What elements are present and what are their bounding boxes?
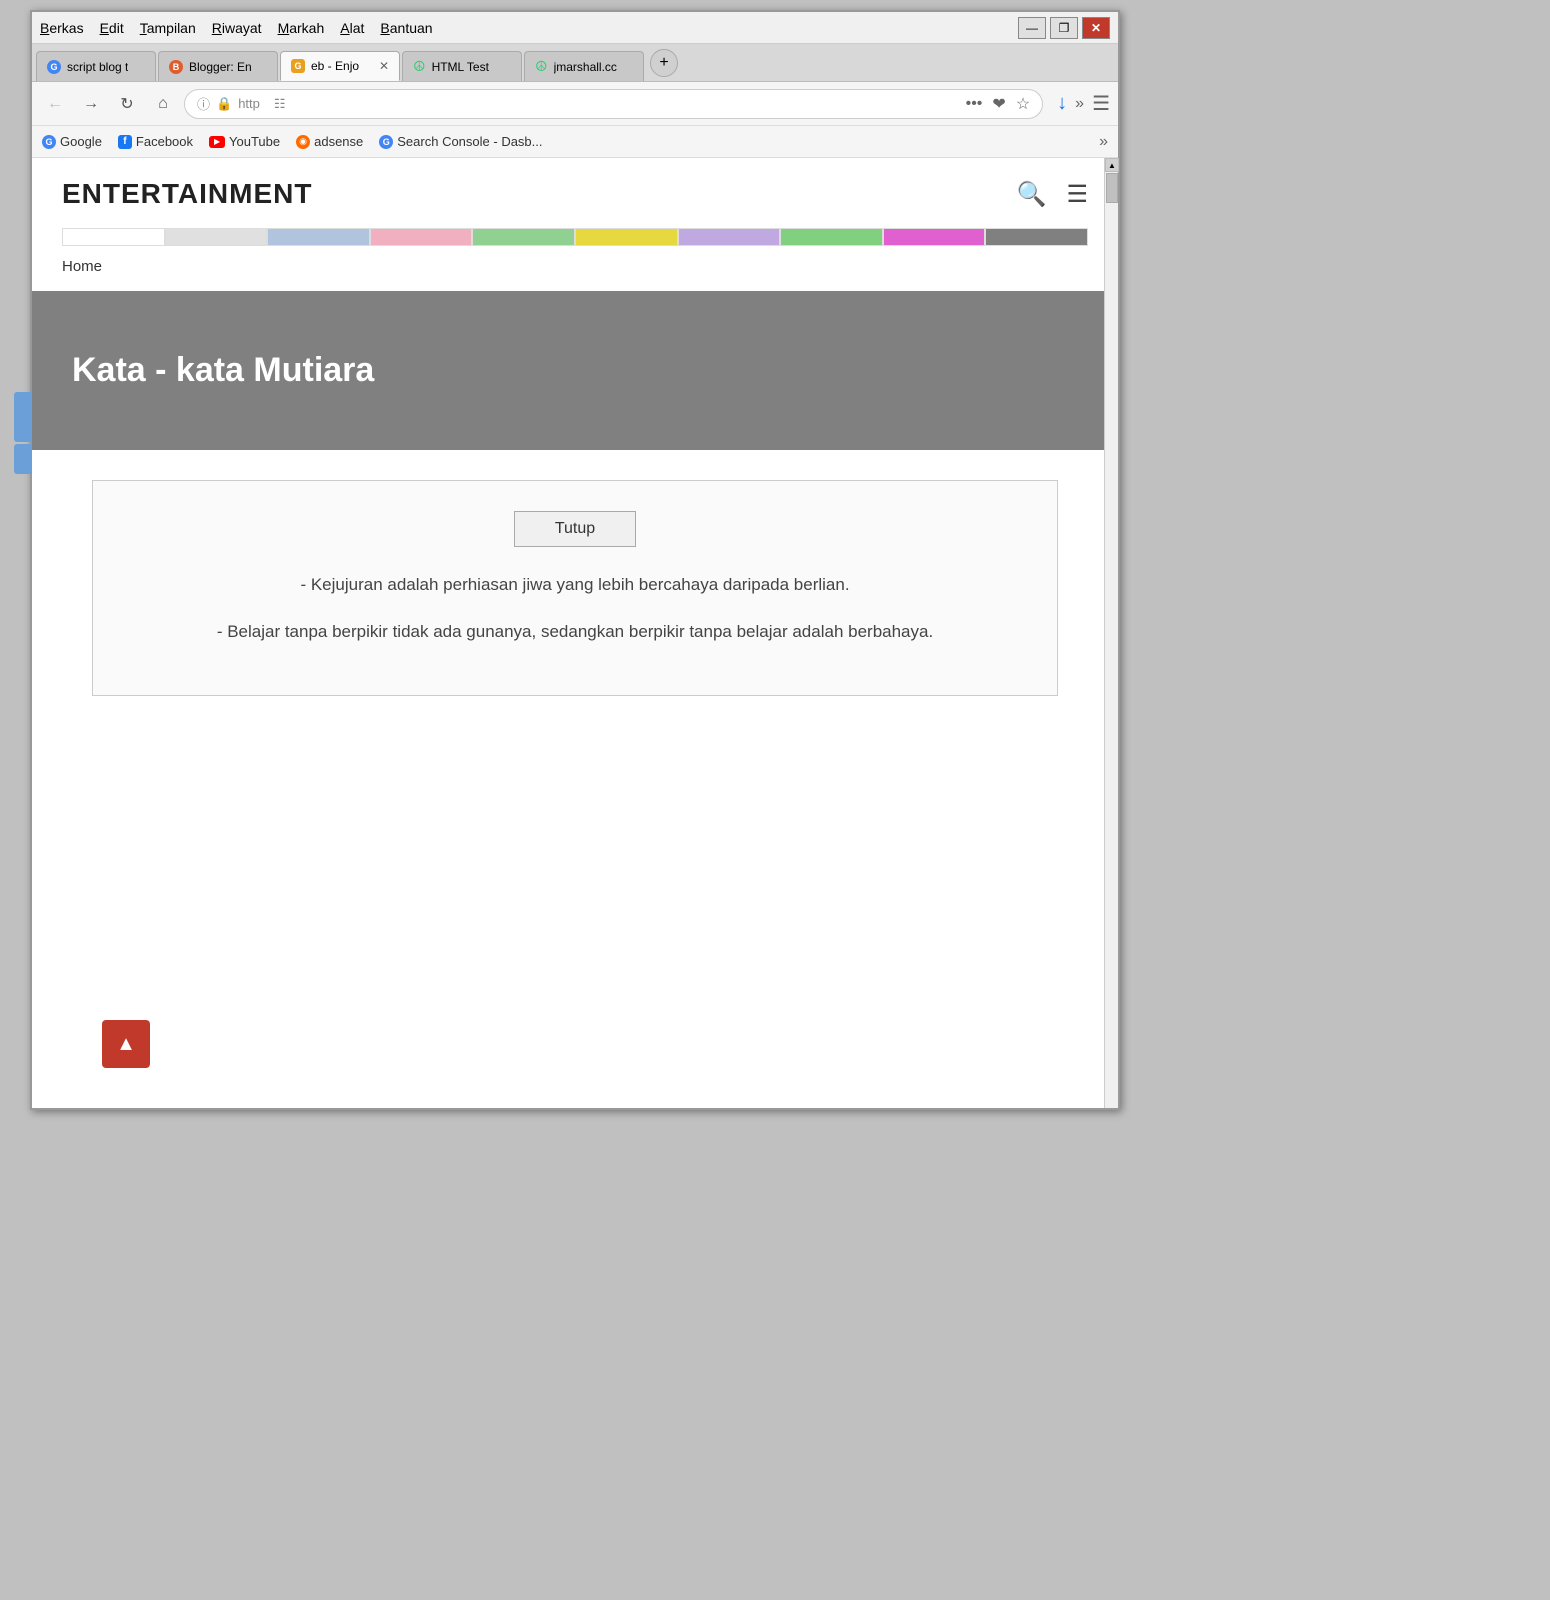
nav-home[interactable]: Home [62,258,102,275]
window-controls: — ❐ ✕ [1018,17,1110,39]
bookmarks-more-icon[interactable]: » [1099,133,1108,151]
tab1-favicon: G [47,60,61,74]
reload-button[interactable]: ↻ [112,89,142,119]
color-seg-1 [62,228,165,246]
menu-tampilan[interactable]: Tampilan [140,20,196,36]
search-icon[interactable]: 🔍 [1017,180,1047,209]
quote-2: - Belajar tanpa berpikir tidak ada gunan… [133,618,1017,645]
color-seg-4 [370,228,473,246]
tab-bar: G script blog t B Blogger: En G eb - Enj… [32,44,1118,82]
side-tab-1[interactable] [14,392,32,442]
url-text[interactable]: http [238,96,260,111]
star-icon[interactable]: ☆ [1016,94,1030,114]
hero-title: Kata - kata Mutiara [72,351,1078,390]
hero-banner: Kata - kata Mutiara [32,291,1118,450]
tab3-favicon: G [291,59,305,73]
youtube-bm-label: YouTube [229,134,280,149]
menu-markah[interactable]: Markah [278,20,325,36]
tab3-label: eb - Enjo [311,59,359,73]
bookmark-facebook[interactable]: f Facebook [118,134,193,149]
page-content: ENTERTAINMENT 🔍 ☰ Home Kata - kata Muti [32,158,1118,1108]
google-bm-icon: G [42,135,56,149]
tab4-label: HTML Test [432,60,489,74]
youtube-bm-icon: ▶ [209,136,225,148]
more-options-icon[interactable]: » [1075,95,1084,113]
browser-window: Berkas Edit Tampilan Riwayat Markah Alat… [30,10,1120,1110]
menu-items: Berkas Edit Tampilan Riwayat Markah Alat… [40,20,433,36]
tab2-favicon: B [169,60,183,74]
menu-edit[interactable]: Edit [100,20,124,36]
adsense-bm-label: adsense [314,134,363,149]
adsense-bm-icon: ◉ [296,135,310,149]
tab1-label: script blog t [67,60,128,74]
download-icon[interactable]: ↓ [1057,92,1067,115]
side-tabs [14,392,32,474]
tab-script-blog[interactable]: G script blog t [36,51,156,81]
color-seg-5 [472,228,575,246]
color-bar [62,228,1088,246]
color-seg-10 [985,228,1088,246]
tab5-label: jmarshall.cc [554,60,617,74]
color-seg-7 [678,228,781,246]
tab-eb-enjoy[interactable]: G eb - Enjo ✕ [280,51,400,81]
bookmark-adsense[interactable]: ◉ adsense [296,134,363,149]
menu-icon[interactable]: ☰ [1092,91,1110,116]
facebook-bm-icon: f [118,135,132,149]
scrollbar-thumb[interactable] [1106,173,1118,203]
address-extra-icons: ↓ » ☰ [1057,91,1110,116]
browser-scrollbar[interactable]: ▲ [1104,158,1118,1108]
side-tab-2[interactable] [14,444,32,474]
more-icon[interactable]: ••• [966,95,983,113]
tab2-label: Blogger: En [189,60,252,74]
tutup-button[interactable]: Tutup [514,511,636,547]
tab-html-test[interactable]: ☮ HTML Test [402,51,522,81]
site-nav: Home [32,254,1118,291]
tab3-close[interactable]: ✕ [379,59,389,73]
color-seg-9 [883,228,986,246]
color-seg-2 [165,228,268,246]
search-console-bm-icon: G [379,135,393,149]
color-seg-3 [267,228,370,246]
color-seg-6 [575,228,678,246]
menu-bantuan[interactable]: Bantuan [380,20,432,36]
site-header: ENTERTAINMENT 🔍 ☰ [32,158,1118,220]
new-tab-button[interactable]: + [650,49,678,77]
hamburger-menu-icon[interactable]: ☰ [1066,180,1088,209]
forward-button[interactable]: → [76,89,106,119]
info-icon: ⓘ [197,94,210,113]
close-button[interactable]: ✕ [1082,17,1110,39]
menu-berkas[interactable]: Berkas [40,20,84,36]
address-bar-row: ← → ↻ ⌂ ⓘ 🔒 http ☷ ••• ❤ ☆ ↓ » ☰ [32,82,1118,126]
maximize-button[interactable]: ❐ [1050,17,1078,39]
header-icons: 🔍 ☰ [1017,180,1088,209]
tab-jmarshall[interactable]: ☮ jmarshall.cc [524,51,644,81]
quote-1: - Kejujuran adalah perhiasan jiwa yang l… [133,571,1017,598]
search-console-bm-label: Search Console - Dasb... [397,134,542,149]
scrollbar-up-arrow[interactable]: ▲ [1105,158,1119,172]
content-card: Tutup - Kejujuran adalah perhiasan jiwa … [92,480,1058,696]
tab-blogger[interactable]: B Blogger: En [158,51,278,81]
scroll-top-button[interactable]: ▲ [102,1020,150,1068]
color-seg-8 [780,228,883,246]
google-bm-label: Google [60,134,102,149]
bookmarks-bar: G Google f Facebook ▶ YouTube ◉ adsense … [32,126,1118,158]
bookmark-google[interactable]: G Google [42,134,102,149]
bookmark-youtube[interactable]: ▶ YouTube [209,134,280,149]
tab5-favicon: ☮ [535,58,548,75]
bookmark-search-console[interactable]: G Search Console - Dasb... [379,134,542,149]
menu-alat[interactable]: Alat [340,20,364,36]
address-input[interactable]: ⓘ 🔒 http ☷ ••• ❤ ☆ [184,89,1043,119]
tab4-favicon: ☮ [413,58,426,75]
back-button[interactable]: ← [40,89,70,119]
minimize-button[interactable]: — [1018,17,1046,39]
menu-riwayat[interactable]: Riwayat [212,20,262,36]
lock-icon: 🔒 [216,96,232,112]
pocket-icon[interactable]: ❤ [992,94,1005,114]
home-button[interactable]: ⌂ [148,89,178,119]
reader-icon: ☷ [274,96,286,112]
menu-bar: Berkas Edit Tampilan Riwayat Markah Alat… [32,12,1118,44]
site-logo: ENTERTAINMENT [62,178,312,210]
facebook-bm-label: Facebook [136,134,193,149]
